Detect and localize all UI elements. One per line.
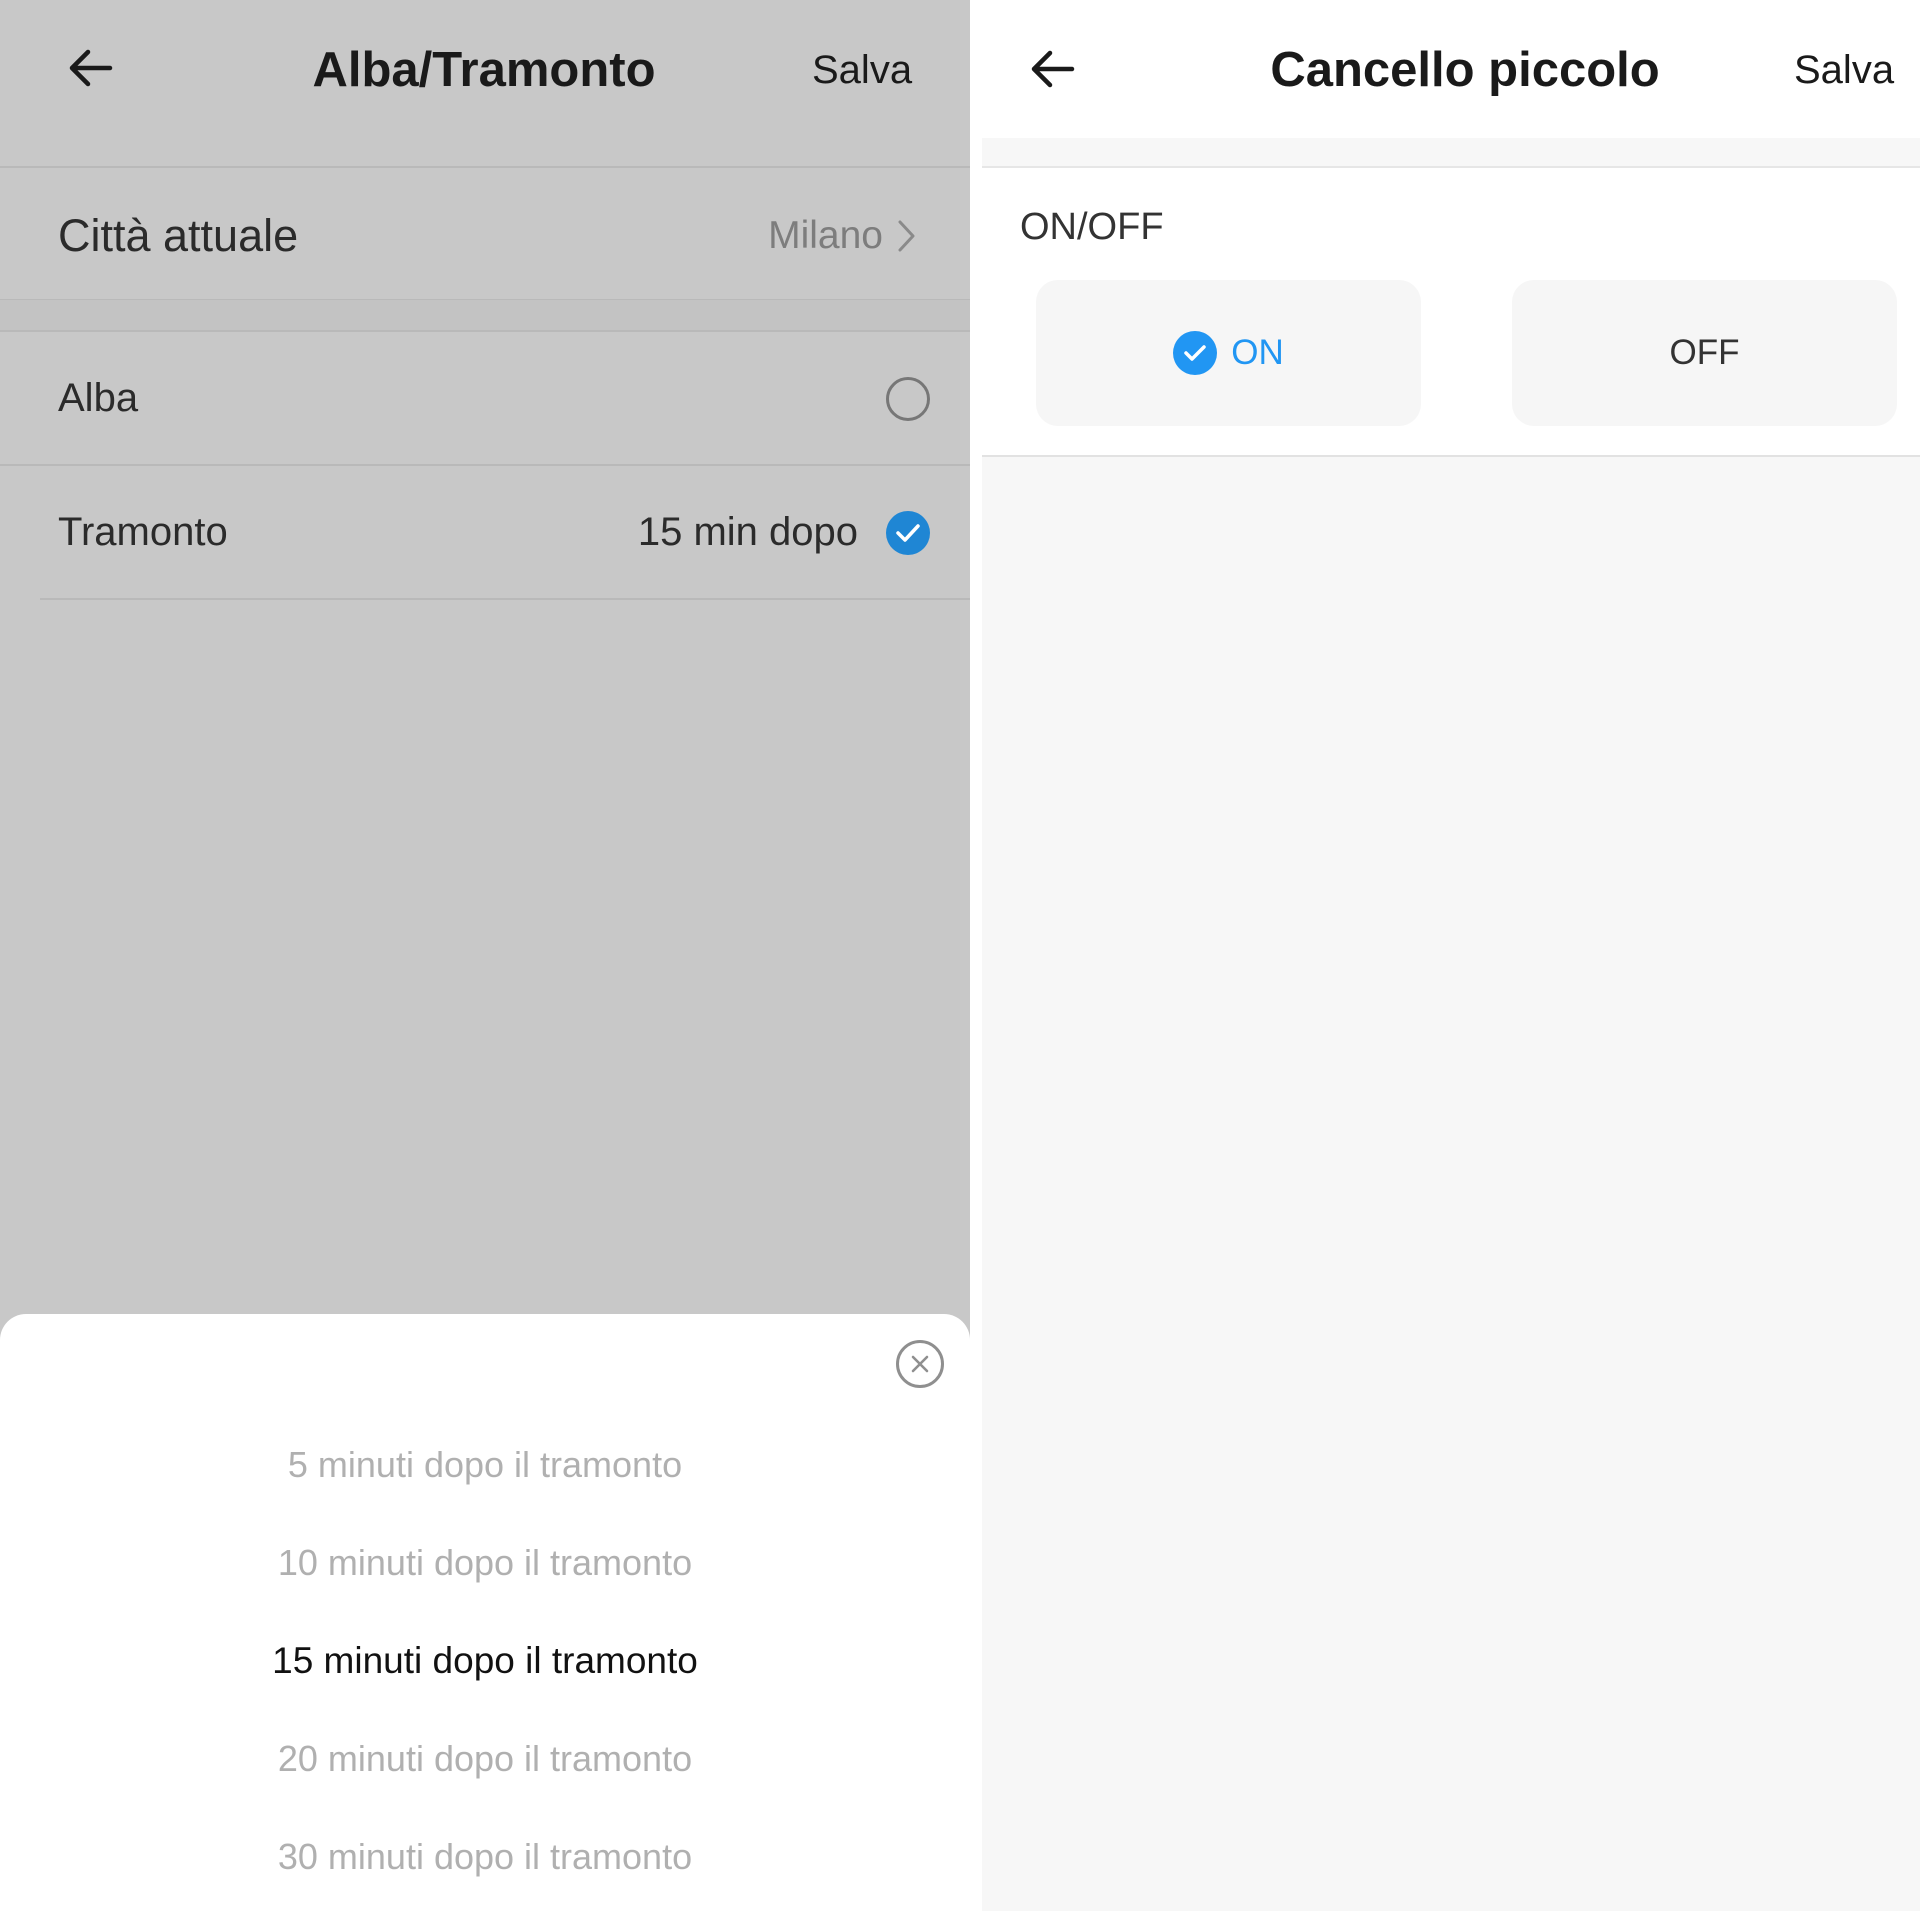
- picker-option-selected[interactable]: 15 minuti dopo il tramonto: [0, 1640, 970, 1682]
- section-label: ON/OFF: [1020, 206, 1164, 248]
- close-icon: [911, 1355, 929, 1373]
- checkmark-icon: [1184, 345, 1206, 361]
- page-title: Alba/Tramonto: [312, 43, 656, 97]
- option-label: Tramonto: [58, 510, 228, 554]
- on-label: ON: [1231, 333, 1284, 372]
- arrow-left-icon: [1031, 50, 1075, 88]
- divider: [982, 455, 1920, 457]
- offset-picker-sheet: 5 minuti dopo il tramonto 10 minuti dopo…: [0, 1314, 970, 1911]
- check-circle-icon: [1173, 331, 1218, 375]
- save-button[interactable]: Salva: [812, 48, 912, 93]
- divider: [40, 598, 970, 600]
- close-button[interactable]: [896, 1340, 944, 1388]
- arrow-left-icon: [69, 49, 113, 87]
- top-bar: Alba/Tramonto Salva: [0, 0, 970, 166]
- on-option-button[interactable]: ON: [1036, 280, 1421, 426]
- current-city-value: Milano: [768, 214, 883, 257]
- save-button[interactable]: Salva: [1794, 48, 1894, 93]
- radio-checked-icon[interactable]: [886, 511, 930, 555]
- section-gap: [0, 300, 970, 330]
- chevron-right-icon: [898, 220, 915, 252]
- sunrise-sunset-screen: Alba/Tramonto Salva Città attuale Milano…: [0, 0, 970, 1911]
- screen-separator: [970, 0, 982, 1911]
- small-gate-screen: Cancello piccolo Salva ON/OFF ON OFF: [982, 0, 1920, 1911]
- current-city-row[interactable]: Città attuale Milano: [0, 168, 970, 299]
- radio-unchecked-icon[interactable]: [886, 377, 930, 421]
- screenshot-root: Alba/Tramonto Salva Città attuale Milano…: [0, 0, 1920, 1911]
- back-button[interactable]: [55, 33, 125, 103]
- picker-option[interactable]: 5 minuti dopo il tramonto: [0, 1444, 970, 1486]
- picker-option[interactable]: 10 minuti dopo il tramonto: [0, 1542, 970, 1584]
- page-title: Cancello piccolo: [1270, 43, 1660, 97]
- option-offset-value: 15 min dopo: [637, 510, 858, 554]
- option-label: Alba: [58, 376, 139, 420]
- top-bar: Cancello piccolo Salva: [982, 0, 1920, 138]
- current-city-label: Città attuale: [58, 210, 299, 261]
- picker-option[interactable]: 30 minuti dopo il tramonto: [0, 1836, 970, 1878]
- back-button[interactable]: [1017, 34, 1087, 104]
- off-option-button[interactable]: OFF: [1512, 280, 1897, 426]
- picker-option[interactable]: 20 minuti dopo il tramonto: [0, 1738, 970, 1780]
- checkmark-icon: [896, 524, 920, 542]
- on-off-card: ON/OFF ON OFF: [982, 168, 1920, 456]
- off-label: OFF: [1669, 333, 1740, 372]
- option-row-sunrise[interactable]: Alba: [0, 332, 970, 465]
- option-row-sunset[interactable]: Tramonto 15 min dopo: [0, 466, 970, 599]
